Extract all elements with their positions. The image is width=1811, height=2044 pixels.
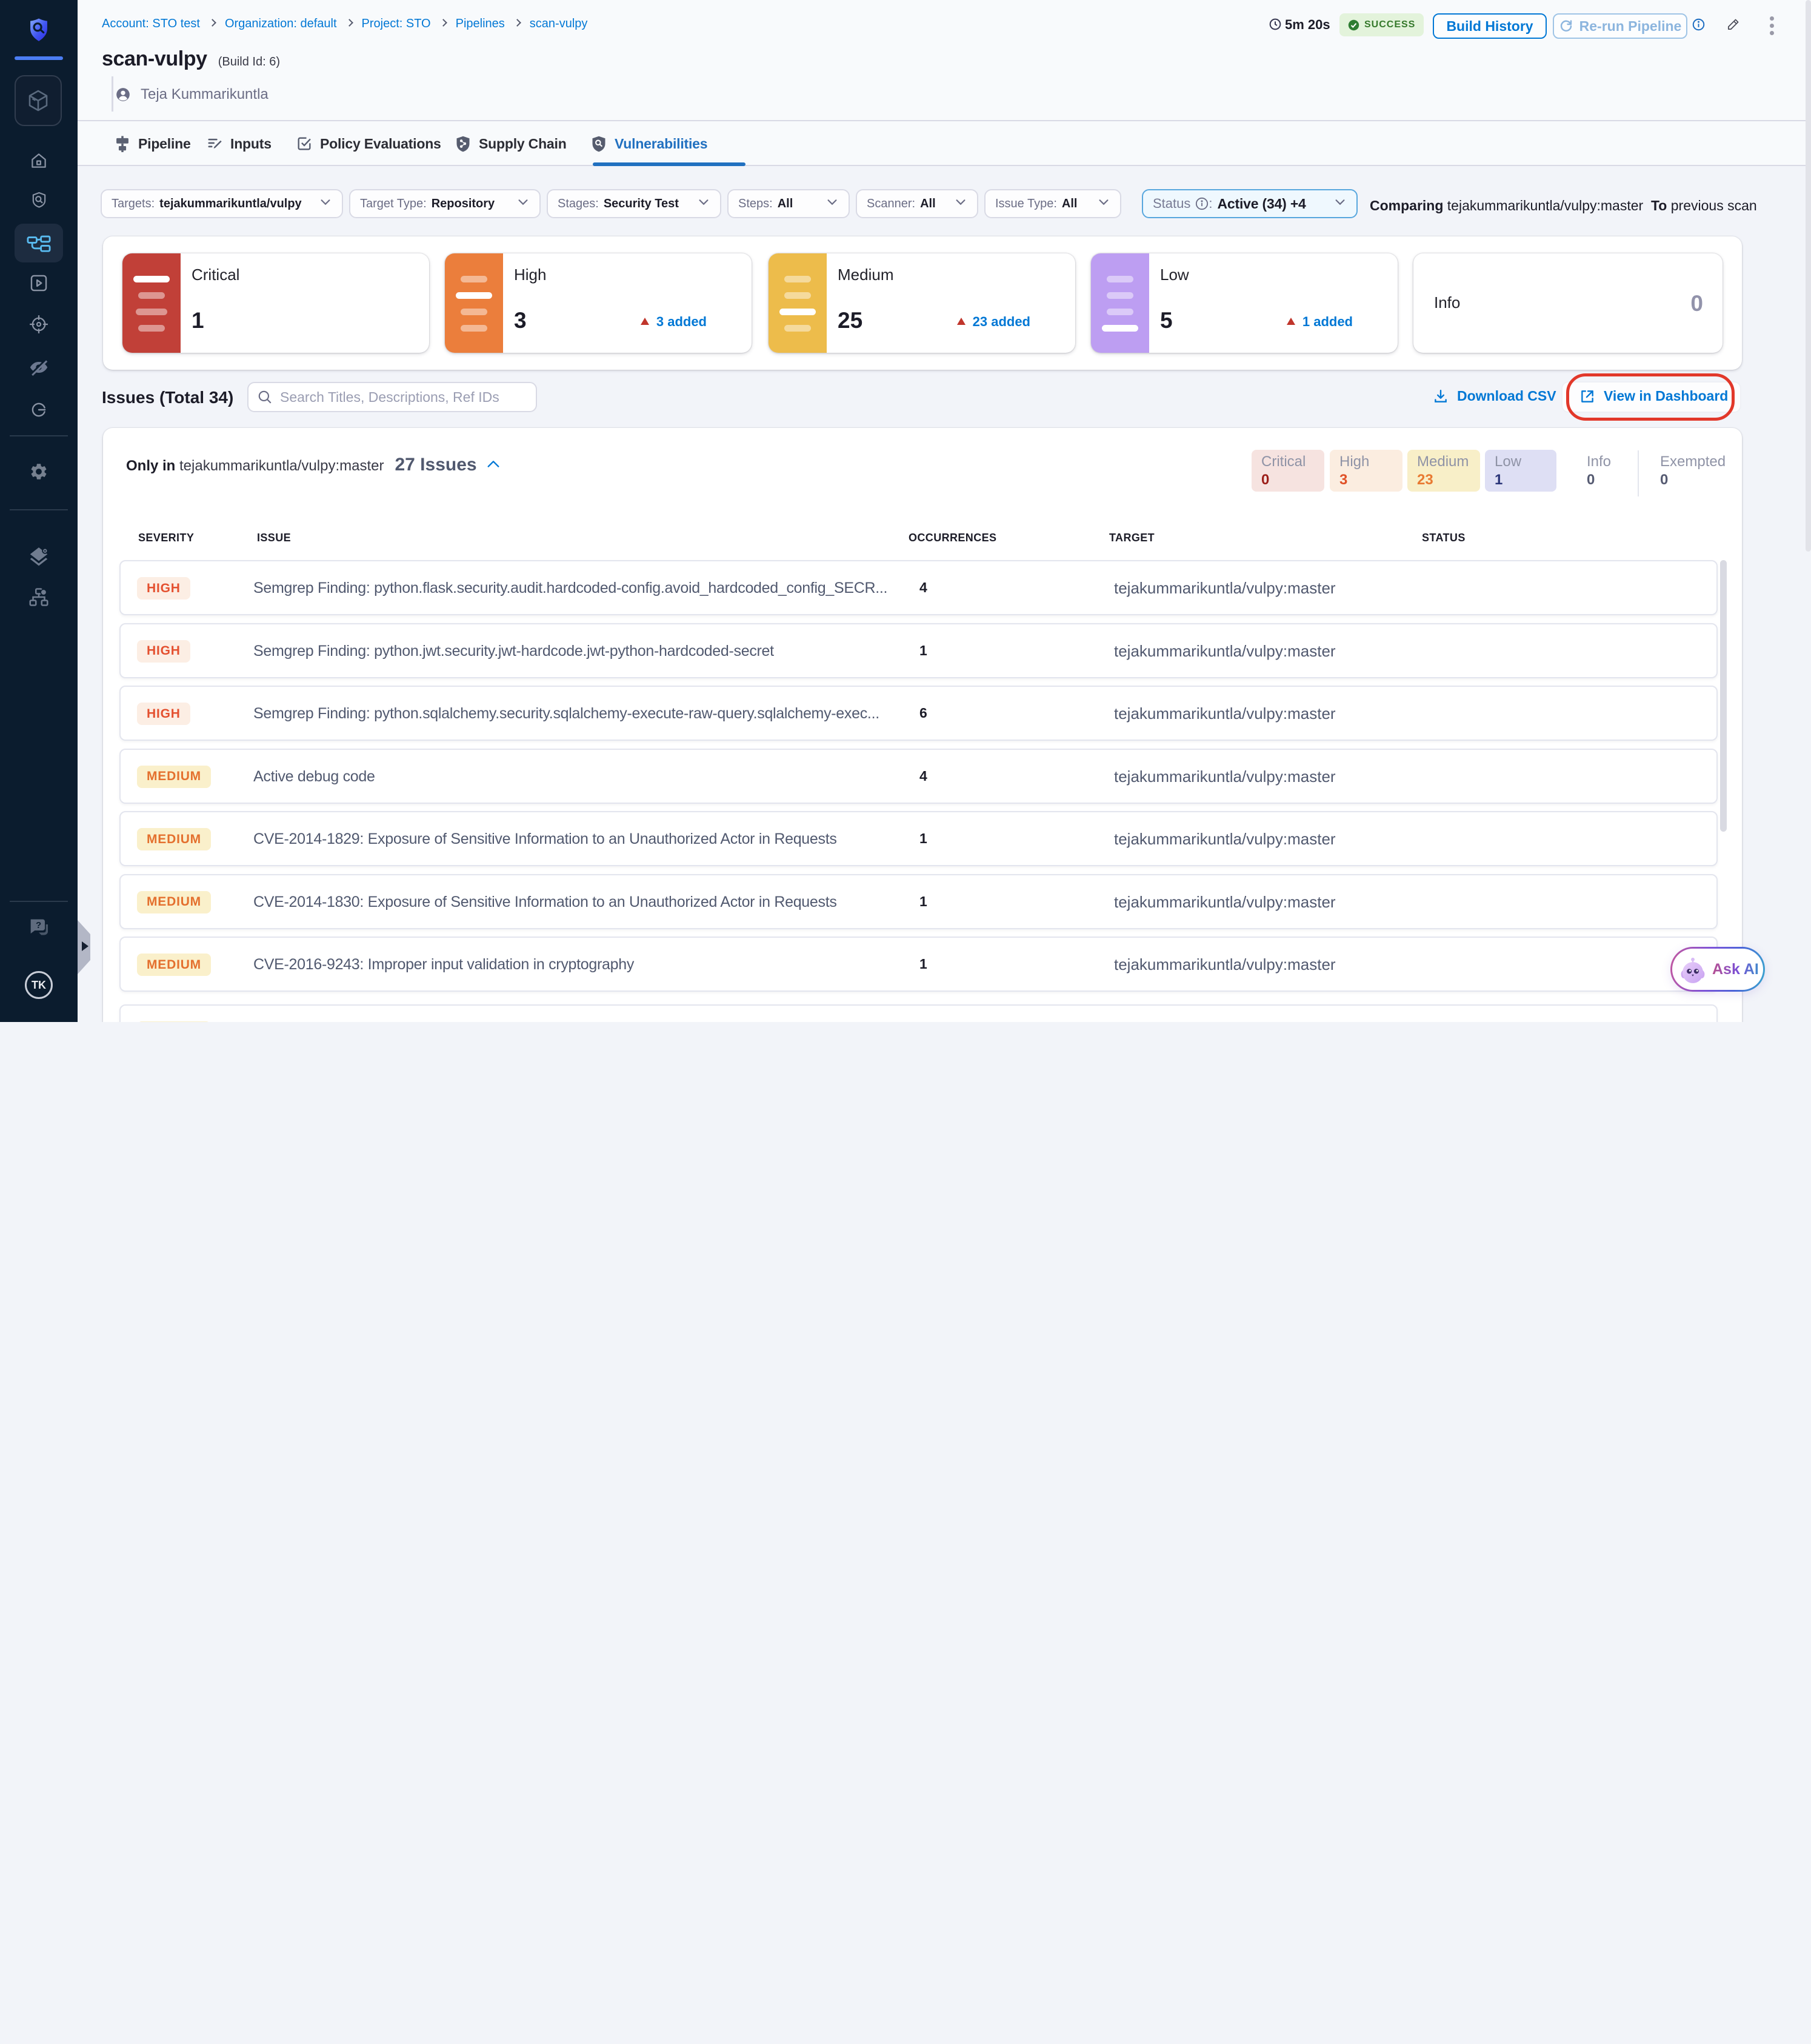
- svg-text:?: ?: [36, 920, 41, 930]
